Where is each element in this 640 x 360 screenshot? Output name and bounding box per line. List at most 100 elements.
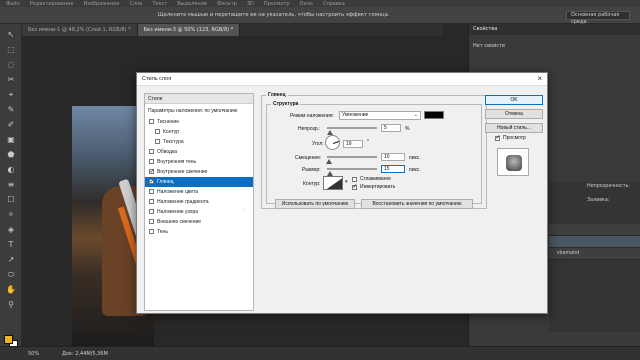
satin-color-swatch[interactable] xyxy=(424,111,444,119)
layer-style-dialog: Стиль слоя × Стили Параметры наложения: … xyxy=(136,72,548,314)
style-item[interactable]: Внешнее свечение xyxy=(145,217,253,227)
ok-button[interactable]: OK xyxy=(485,95,543,105)
style-label: Наложение градиента xyxy=(157,199,209,205)
contour-preview[interactable] xyxy=(323,176,343,190)
style-item[interactable]: Тиснение xyxy=(145,117,253,127)
opacity-input[interactable]: 5 xyxy=(381,124,401,132)
menu-item[interactable]: Изображение xyxy=(83,1,119,7)
menu-item[interactable]: Фильтр xyxy=(217,1,237,7)
cancel-button[interactable]: Отмена xyxy=(485,109,543,119)
tool-icon[interactable]: ◐ xyxy=(5,165,17,175)
style-label: Контур xyxy=(163,129,180,135)
style-checkbox[interactable] xyxy=(149,119,154,124)
style-item[interactable]: Наложение цвета xyxy=(145,187,253,197)
style-item[interactable]: Наложение узора xyxy=(145,207,253,217)
layer-row[interactable] xyxy=(549,224,640,236)
preview-checkbox[interactable] xyxy=(495,134,501,141)
style-item[interactable]: Текстура xyxy=(145,137,253,147)
distance-slider[interactable] xyxy=(327,156,377,158)
tools-panel: ⚲ ✋ ⬭ ↗ T ◈ ✧ ☐ ≡ ◐ ⬟ ▣ ✐ ✎ ⌖ ✂ ◌ ⬚ ↖ xyxy=(0,24,22,349)
tab-document-1[interactable]: Без имени-1 @ 48,2% (Слой 1, RGB/8) * xyxy=(22,24,138,36)
tool-icon[interactable]: ☐ xyxy=(5,195,17,205)
menu-item[interactable]: Редактирование xyxy=(30,1,74,7)
style-preview xyxy=(497,148,529,176)
no-properties-text: Нет свойств xyxy=(473,43,505,49)
style-item[interactable]: Внутренняя тень xyxy=(145,157,253,167)
distance-input[interactable]: 10 xyxy=(381,153,405,161)
tool-icon[interactable]: ◌ xyxy=(5,60,17,70)
tool-icon[interactable]: ⬭ xyxy=(5,270,17,280)
blending-options-label: Параметры наложения: по умолчанию xyxy=(148,108,238,114)
tool-icon[interactable]: ⚲ xyxy=(5,300,17,310)
style-checkbox[interactable] xyxy=(149,177,155,187)
tool-icon[interactable]: ⬚ xyxy=(5,45,17,55)
tool-icon[interactable]: ↗ xyxy=(5,255,17,265)
opacity-slider[interactable] xyxy=(327,127,377,129)
blend-mode-value: Умножение xyxy=(342,112,369,118)
layer-row[interactable]: vkamahd xyxy=(549,248,640,260)
menu-item[interactable]: Справка xyxy=(323,1,345,7)
tool-icon[interactable]: ↖ xyxy=(5,30,17,40)
style-checkbox[interactable] xyxy=(149,149,154,154)
style-checkbox[interactable] xyxy=(149,167,155,177)
distance-slider-thumb[interactable] xyxy=(326,159,332,164)
menu-item[interactable]: 3D xyxy=(247,1,254,7)
invert-checkbox[interactable] xyxy=(352,183,358,190)
tool-icon[interactable]: T xyxy=(5,240,17,250)
layer-row-selected[interactable] xyxy=(549,236,640,248)
blend-mode-select[interactable]: Умножение ⌄ xyxy=(339,111,421,120)
tool-icon[interactable]: ◈ xyxy=(5,225,17,235)
style-checkbox[interactable] xyxy=(149,209,154,214)
zoom-level[interactable]: 50% xyxy=(28,351,39,357)
style-checkbox[interactable] xyxy=(149,159,154,164)
reset-default-button[interactable]: Восстановить значения по умолчанию xyxy=(361,199,473,209)
style-item[interactable]: Тень xyxy=(145,227,253,237)
preview-label: Просмотр xyxy=(503,135,526,141)
tool-icon[interactable]: ✐ xyxy=(5,120,17,130)
antialias-checkbox[interactable] xyxy=(352,177,357,182)
style-label: Внешнее свечение xyxy=(157,219,202,225)
menu-item[interactable]: Слои xyxy=(129,1,142,7)
style-item[interactable]: Глянец xyxy=(145,177,253,187)
close-icon[interactable]: × xyxy=(537,74,542,83)
menu-item[interactable]: Выделение xyxy=(177,1,207,7)
tool-icon[interactable]: ✧ xyxy=(5,210,17,220)
style-checkbox[interactable] xyxy=(149,219,154,224)
foreground-color-swatch[interactable] xyxy=(4,335,13,344)
angle-input[interactable]: 19 xyxy=(343,140,363,148)
distance-unit: пикс. xyxy=(409,155,421,161)
style-checkbox[interactable] xyxy=(155,129,160,134)
size-slider[interactable] xyxy=(327,168,377,170)
style-checkbox[interactable] xyxy=(149,199,154,204)
menu-item[interactable]: Файл xyxy=(6,1,20,7)
contour-dropdown-icon[interactable]: ▾ xyxy=(345,179,348,185)
style-label: Наложение цвета xyxy=(157,189,199,195)
menu-item[interactable]: Окно xyxy=(300,1,313,7)
style-item[interactable]: Наложение градиента xyxy=(145,197,253,207)
workspace-select[interactable]: Основная рабочая среда xyxy=(566,11,630,25)
style-item[interactable]: Контур xyxy=(145,127,253,137)
angle-dial[interactable] xyxy=(325,135,340,150)
tool-icon[interactable]: ✋ xyxy=(5,285,17,295)
tool-icon[interactable]: ✎ xyxy=(5,105,17,115)
tool-icon[interactable]: ✂ xyxy=(5,75,17,85)
new-style-button[interactable]: Новый стиль... xyxy=(485,123,543,133)
tool-icon[interactable]: ▣ xyxy=(5,135,17,145)
style-item[interactable]: Внутреннее свечение xyxy=(145,167,253,177)
status-bar: 50% Док: 2,44M/5,36M xyxy=(0,346,640,360)
styles-header[interactable]: Стили xyxy=(145,94,253,104)
blending-options-item[interactable]: Параметры наложения: по умолчанию xyxy=(145,106,253,116)
dialog-titlebar[interactable]: Стиль слоя × xyxy=(137,73,547,86)
style-checkbox[interactable] xyxy=(155,139,160,144)
tool-icon[interactable]: ⬟ xyxy=(5,150,17,160)
size-input[interactable]: 15 xyxy=(381,165,405,173)
style-checkbox[interactable] xyxy=(149,189,154,194)
style-item[interactable]: Обводка xyxy=(145,147,253,157)
make-default-button[interactable]: Использовать по умолчанию xyxy=(275,199,355,209)
tab-document-3[interactable]: Без имени-3 @ 50% (123, RGB/8) * xyxy=(137,24,241,36)
menu-item[interactable]: Текст xyxy=(152,1,167,7)
menu-item[interactable]: Просмотр xyxy=(264,1,290,7)
style-checkbox[interactable] xyxy=(149,229,154,234)
tool-icon[interactable]: ≡ xyxy=(5,180,17,190)
tool-icon[interactable]: ⌖ xyxy=(5,90,17,100)
